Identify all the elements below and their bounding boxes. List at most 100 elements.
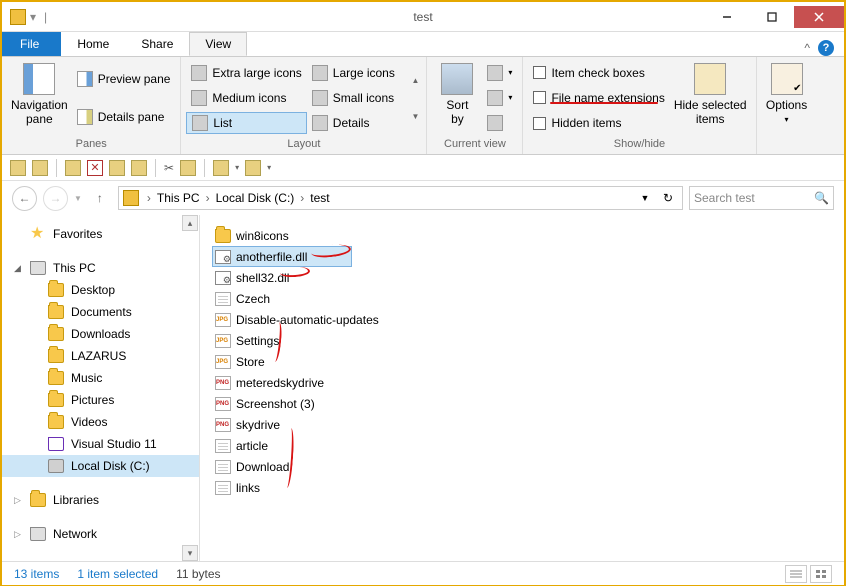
list-button[interactable]: List [186, 112, 306, 134]
qat-icon[interactable] [213, 160, 229, 176]
favorites-node[interactable]: ★Favorites [2, 223, 199, 245]
item-check-boxes-toggle[interactable]: Item check boxes [528, 62, 669, 84]
large-icons-button[interactable]: Large icons [307, 62, 410, 84]
maximize-button[interactable] [749, 6, 794, 28]
sidebar-item[interactable]: LAZARUS [2, 345, 199, 367]
breadcrumb-segment[interactable]: Local Disk (C:) [213, 191, 298, 205]
file-name: Screenshot (3) [236, 397, 315, 411]
file-item[interactable]: Screenshot (3) [212, 393, 352, 414]
details-pane-button[interactable]: Details pane [72, 106, 176, 128]
sidebar-item[interactable]: Pictures [2, 389, 199, 411]
sidebar-item[interactable]: Documents [2, 301, 199, 323]
panes-group-label: Panes [7, 136, 175, 154]
close-button[interactable] [794, 6, 844, 28]
address-bar[interactable]: › This PC› Local Disk (C:)› test ▼ ↻ [118, 186, 683, 210]
minimize-button[interactable] [704, 6, 749, 28]
txt-icon [215, 460, 231, 474]
file-tab[interactable]: File [2, 32, 61, 56]
hide-selected-items-button[interactable]: Hide selected items [670, 60, 751, 136]
file-item[interactable]: Czech [212, 288, 352, 309]
extra-large-icons-button[interactable]: Extra large icons [186, 62, 306, 84]
home-tab[interactable]: Home [61, 32, 125, 56]
breadcrumb-segment[interactable]: This PC [154, 191, 203, 205]
navigation-pane-button[interactable]: Navigation pane [7, 60, 72, 136]
options-button[interactable]: ✔ Options ▾ [762, 60, 812, 148]
preview-pane-button[interactable]: Preview pane [72, 68, 176, 90]
file-item[interactable]: Store [212, 351, 352, 372]
sidebar-item[interactable]: Videos [2, 411, 199, 433]
qat-icon[interactable] [65, 160, 81, 176]
size-columns-button[interactable] [482, 112, 517, 134]
file-name: Settings [236, 334, 279, 348]
minimize-ribbon-icon[interactable]: ^ [804, 41, 810, 55]
small-icons-button[interactable]: Small icons [307, 87, 410, 109]
sidebar-item[interactable]: Desktop [2, 279, 199, 301]
folder-icon [123, 190, 139, 206]
sidebar-item[interactable]: Downloads [2, 323, 199, 345]
file-item[interactable]: skydrive [212, 414, 352, 435]
scroll-up[interactable]: ▴ [182, 215, 198, 231]
hidden-items-toggle[interactable]: Hidden items [528, 112, 669, 134]
history-dropdown[interactable]: ▼ [74, 194, 82, 203]
navigation-pane: ▴ ★Favorites ◢This PC Desktop DocumentsDo… [2, 215, 200, 561]
details-button[interactable]: Details [307, 112, 410, 134]
status-bar: 13 items 1 item selected 11 bytes [2, 561, 844, 585]
forward-button[interactable]: → [43, 186, 68, 211]
breadcrumb-segment[interactable]: test [307, 191, 332, 205]
sidebar-item[interactable]: Local Disk (C:) [2, 455, 199, 477]
qat-icon[interactable] [131, 160, 147, 176]
qat-icon[interactable] [109, 160, 125, 176]
file-item[interactable]: shell32.dll [212, 267, 352, 288]
qat-icon[interactable] [32, 160, 48, 176]
navigation-pane-label: Navigation pane [11, 98, 68, 126]
ribbon: Navigation pane Preview pane Details pan… [2, 57, 844, 155]
file-name-extensions-toggle[interactable]: File name extensions [528, 87, 669, 109]
search-input[interactable]: Search test 🔍 [689, 186, 834, 210]
network-node[interactable]: ▷Network [2, 523, 199, 545]
qat-icon[interactable] [10, 160, 26, 176]
libraries-node[interactable]: ▷Libraries [2, 489, 199, 511]
file-list[interactable]: win8icons anotherfile.dll shell32.dllCzech… [200, 215, 844, 561]
file-item[interactable]: anotherfile.dll [212, 246, 352, 267]
sidebar-item[interactable]: Music [2, 367, 199, 389]
address-dropdown[interactable]: ▼ [635, 188, 655, 208]
medium-icons-button[interactable]: Medium icons [186, 87, 306, 109]
qat-icon[interactable] [245, 160, 261, 176]
sidebar-item-label: Desktop [71, 283, 115, 297]
txt-icon [215, 439, 231, 453]
file-item[interactable]: links [212, 477, 352, 498]
add-columns-button[interactable]: ▾ [482, 87, 517, 109]
scroll-down[interactable]: ▾ [182, 545, 198, 561]
share-tab[interactable]: Share [125, 32, 189, 56]
file-name: article [236, 439, 268, 453]
details-view-toggle[interactable] [785, 565, 807, 583]
refresh-button[interactable]: ↻ [658, 188, 678, 208]
sort-by-button[interactable]: Sort by [432, 60, 482, 136]
file-name: anotherfile.dll [236, 250, 307, 264]
jpg-icon [215, 334, 231, 348]
file-item[interactable]: article [212, 435, 352, 456]
view-tab[interactable]: View [189, 32, 247, 56]
ribbon-tabs: File Home Share View ^ ? [2, 32, 844, 57]
folder-icon [48, 349, 64, 363]
file-item[interactable]: win8icons [212, 225, 352, 246]
qat-icon[interactable] [180, 160, 196, 176]
sidebar-item[interactable]: Visual Studio 11 [2, 433, 199, 455]
this-pc-node[interactable]: ◢This PC [2, 257, 199, 279]
help-icon[interactable]: ? [818, 40, 834, 56]
folder-icon [48, 393, 64, 407]
thumbnails-view-toggle[interactable] [810, 565, 832, 583]
app-icon [10, 9, 26, 25]
dll-icon [215, 271, 231, 285]
back-button[interactable]: ← [12, 186, 37, 211]
group-by-button[interactable]: ▾ [482, 62, 517, 84]
navigation-bar: ← → ▼ ↑ › This PC› Local Disk (C:)› test… [2, 181, 844, 215]
file-item[interactable]: Settings [212, 330, 352, 351]
file-item[interactable]: Download [212, 456, 352, 477]
cut-icon[interactable]: ✂ [164, 161, 174, 175]
qat-icon[interactable]: ✕ [87, 160, 103, 176]
file-item[interactable]: meteredskydrive [212, 372, 352, 393]
up-button[interactable]: ↑ [88, 186, 112, 210]
file-item[interactable]: Disable-automatic-updates [212, 309, 382, 330]
layout-group-label: Layout [186, 136, 421, 154]
